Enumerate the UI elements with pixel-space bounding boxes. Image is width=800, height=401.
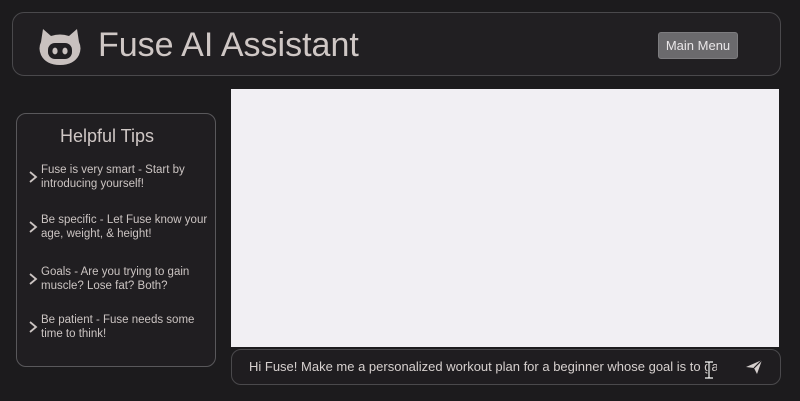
- chevron-right-icon: [29, 273, 38, 285]
- chat-input-bar: [231, 349, 781, 385]
- tips-title: Helpful Tips: [59, 126, 155, 146]
- tip-item: Be specific - Let Fuse know your age, we…: [17, 213, 217, 245]
- app-header: Fuse AI Assistant Main Menu: [12, 12, 781, 76]
- tip-item: Goals - Are you trying to gain muscle? L…: [17, 265, 217, 297]
- main-menu-button[interactable]: Main Menu: [658, 32, 738, 59]
- tip-text: Be specific - Let Fuse know your age, we…: [41, 214, 208, 240]
- text-cursor-icon: [705, 361, 713, 379]
- chevron-right-icon: [29, 171, 38, 183]
- tip-item: Be patient - Fuse needs some time to thi…: [17, 313, 217, 345]
- chat-messages-area[interactable]: [231, 89, 779, 347]
- chevron-right-icon: [29, 221, 38, 233]
- chevron-right-icon: [29, 321, 38, 333]
- tip-text: Be patient - Fuse needs some time to thi…: [41, 314, 195, 340]
- tip-item: Fuse is very smart - Start by introducin…: [17, 163, 217, 195]
- app-title: Fuse AI Assistant: [98, 26, 359, 64]
- tip-text: Goals - Are you trying to gain muscle? L…: [41, 266, 190, 292]
- helpful-tips-panel: Helpful Tips Fuse is very smart - Start …: [16, 113, 216, 367]
- chat-message-input[interactable]: [249, 350, 717, 384]
- send-icon[interactable]: [745, 359, 763, 375]
- tip-text: Fuse is very smart - Start by introducin…: [41, 164, 185, 190]
- github-octocat-icon: [39, 29, 81, 65]
